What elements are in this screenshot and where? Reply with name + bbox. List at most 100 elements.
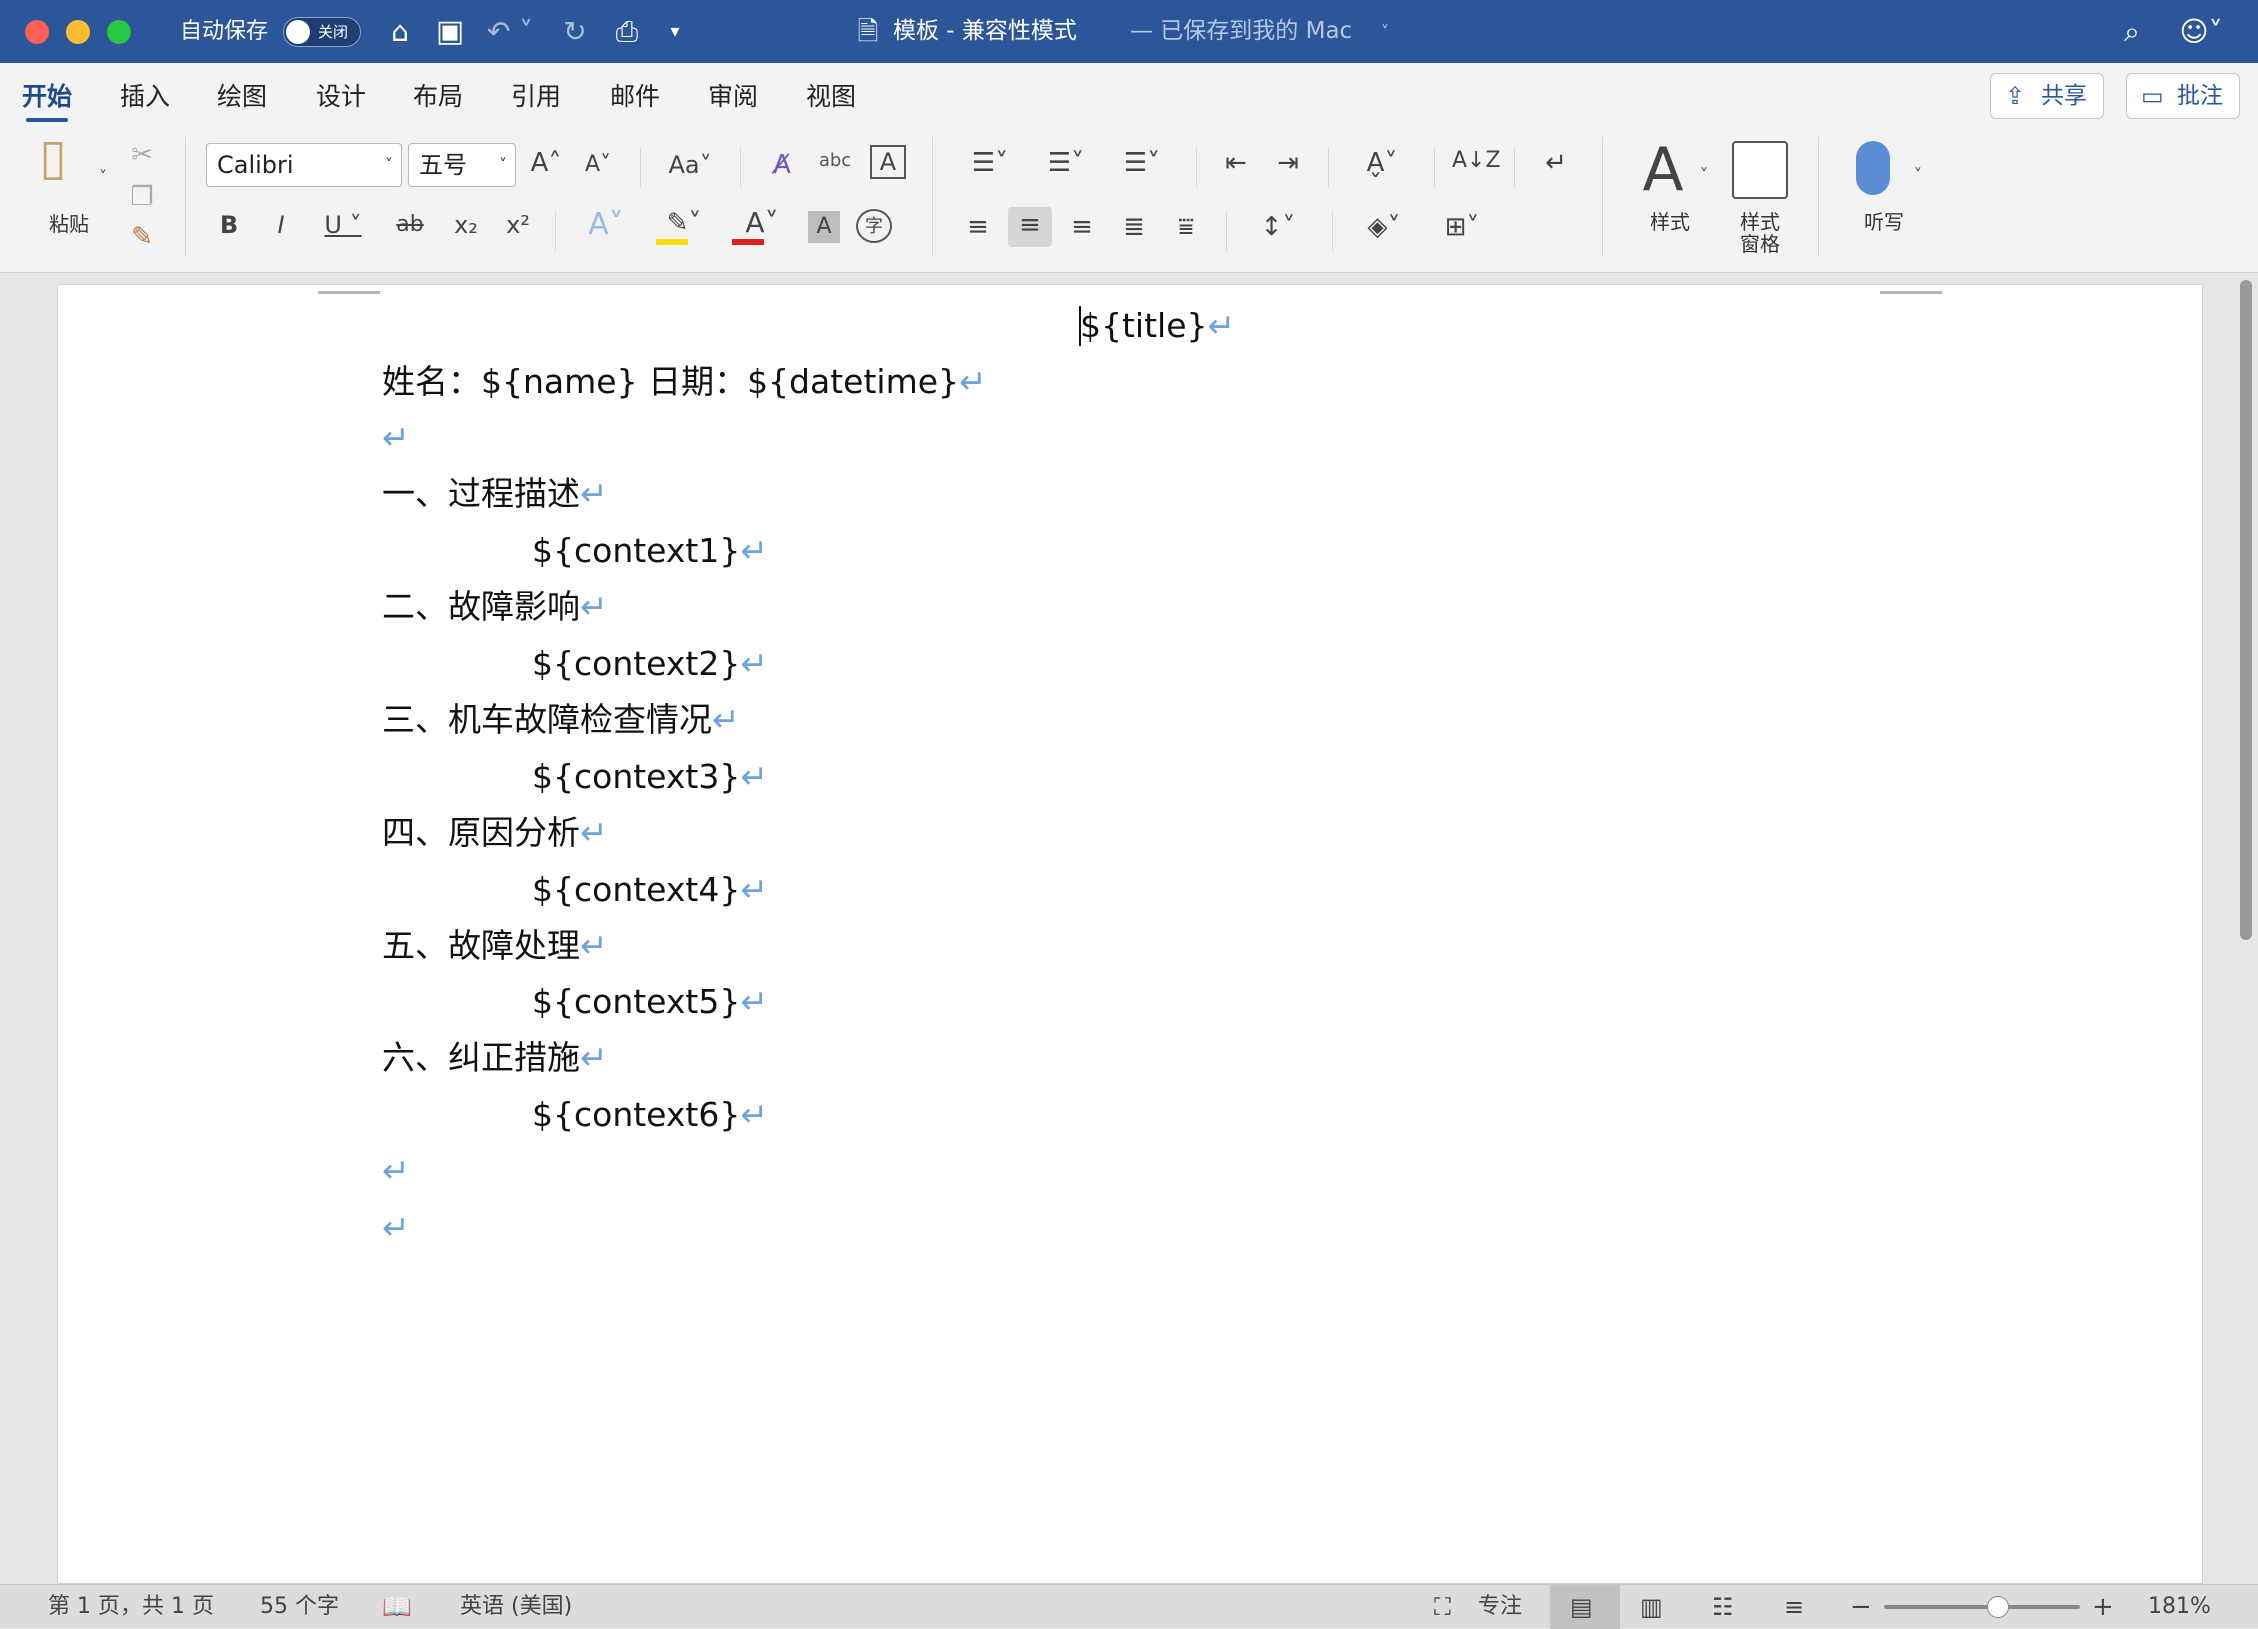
enclose-characters-icon[interactable]: 字 [856, 209, 892, 243]
empty-paragraph[interactable]: ↵ [382, 417, 410, 459]
underline-icon[interactable]: U ˅ [318, 207, 368, 243]
section-content[interactable]: ${context3}↵ [532, 756, 768, 798]
zoom-level[interactable]: 181% [2148, 1585, 2211, 1629]
font-name-dropdown[interactable]: Calibri ˅ [206, 143, 402, 187]
align-center-icon[interactable]: ≡ [1008, 207, 1052, 247]
home-icon[interactable]: ⌂ [380, 14, 420, 50]
shading-icon[interactable]: ◈˅ [1352, 209, 1416, 245]
proofing-icon[interactable]: 📖 [382, 1585, 412, 1629]
font-size-dropdown[interactable]: 五号 ˅ [408, 143, 516, 187]
tab-view[interactable]: 视图 [806, 77, 856, 113]
section-heading[interactable]: 二、故障影响↵ [382, 586, 608, 628]
document-title[interactable]: ${title}↵ [1080, 305, 1235, 347]
subscript-icon[interactable]: x₂ [448, 207, 484, 243]
document-page[interactable] [57, 284, 2203, 1584]
language[interactable]: 英语 (美国) [460, 1585, 572, 1629]
section-heading[interactable]: 三、机车故障检查情况↵ [382, 699, 740, 741]
section-content[interactable]: ${context6}↵ [532, 1094, 768, 1136]
smiley-feedback-icon[interactable]: ☺˅ [2176, 14, 2226, 50]
bullets-icon[interactable]: ☰˅ [958, 145, 1022, 181]
autosave-toggle[interactable]: 关闭 [283, 17, 361, 47]
search-icon[interactable]: ⌕ [2112, 14, 2152, 50]
strikethrough-icon[interactable]: ab [392, 207, 428, 243]
tab-design[interactable]: 设计 [316, 77, 366, 113]
microphone-icon[interactable] [1856, 141, 1890, 195]
distributed-icon[interactable]: ⩸ [1166, 209, 1206, 245]
zoom-out-button[interactable]: − [1850, 1585, 1872, 1629]
undo-icon[interactable]: ↶ ˅ [480, 14, 540, 50]
section-content[interactable]: ${context1}↵ [532, 530, 768, 572]
paste-menu-chevron-icon[interactable]: ˅ [92, 159, 114, 195]
font-color-icon[interactable]: A˅ [730, 205, 794, 241]
web-layout-icon[interactable]: ▥ [1640, 1585, 1663, 1629]
section-heading[interactable]: 六、纠正措施↵ [382, 1037, 608, 1079]
clear-formatting-icon[interactable]: A̸ [764, 147, 800, 183]
tab-review[interactable]: 审阅 [708, 77, 758, 113]
focus-label[interactable]: 专注 [1478, 1585, 1522, 1629]
text-effects-icon[interactable]: A˅ [576, 207, 636, 243]
draft-view-icon[interactable]: ≡ [1784, 1585, 1804, 1629]
tab-references[interactable]: 引用 [511, 77, 561, 113]
grow-font-icon[interactable]: A˄ [528, 145, 564, 181]
character-border-icon[interactable]: A [870, 145, 906, 179]
copy-icon[interactable]: ❐ [126, 179, 158, 215]
styles-pane-icon[interactable] [1732, 141, 1788, 199]
zoom-window-button[interactable] [107, 20, 131, 44]
cut-icon[interactable]: ✂ [126, 137, 158, 173]
zoom-slider-track[interactable] [1884, 1605, 2080, 1609]
highlight-color-icon[interactable]: ✎˅ [652, 205, 716, 241]
empty-paragraph[interactable]: ↵ [382, 1150, 410, 1192]
word-count[interactable]: 55 个字 [260, 1585, 339, 1629]
tab-mailings[interactable]: 邮件 [610, 77, 660, 113]
section-heading[interactable]: 五、故障处理↵ [382, 925, 608, 967]
section-heading[interactable]: 四、原因分析↵ [382, 812, 608, 854]
line-spacing-icon[interactable]: ↕˅ [1246, 209, 1310, 245]
print-icon[interactable]: ⎙ [605, 14, 649, 50]
decrease-indent-icon[interactable]: ⇤ [1216, 145, 1256, 181]
section-heading[interactable]: 一、过程描述↵ [382, 473, 608, 515]
chevron-down-icon[interactable]: ˅ [1370, 14, 1400, 50]
share-button[interactable]: ⇪ 共享 [1990, 73, 2104, 119]
sort-icon[interactable]: A↓Z [1452, 143, 1501, 179]
align-left-icon[interactable]: ≡ [958, 209, 998, 245]
superscript-icon[interactable]: x² [500, 207, 536, 243]
tab-insert[interactable]: 插入 [120, 77, 170, 113]
redo-icon[interactable]: ↻ [555, 14, 595, 50]
format-painter-icon[interactable]: ✎ [126, 219, 158, 255]
justify-icon[interactable]: ≣ [1114, 209, 1154, 245]
numbering-icon[interactable]: ☰˅ [1034, 145, 1098, 181]
align-right-icon[interactable]: ≡ [1062, 209, 1102, 245]
phonetic-guide-icon[interactable]: abc [814, 143, 856, 179]
dictate-chevron-icon[interactable]: ˅ [1908, 157, 1928, 193]
styles-chevron-icon[interactable]: ˅ [1694, 157, 1714, 193]
zoom-in-button[interactable]: + [2092, 1585, 2114, 1629]
section-content[interactable]: ${context4}↵ [532, 869, 768, 911]
increase-indent-icon[interactable]: ⇥ [1268, 145, 1308, 181]
page-count[interactable]: 第 1 页，共 1 页 [48, 1585, 214, 1629]
italic-icon[interactable]: I [266, 207, 296, 243]
styles-gallery-icon[interactable]: A [1628, 135, 1698, 205]
section-content[interactable]: ${context5}↵ [532, 981, 768, 1023]
tab-draw[interactable]: 绘图 [217, 77, 267, 113]
multilevel-list-icon[interactable]: ☰˅ [1110, 145, 1174, 181]
tab-layout[interactable]: 布局 [413, 77, 463, 113]
vertical-scrollbar[interactable] [2240, 280, 2252, 940]
character-shading-icon[interactable]: A [808, 211, 840, 243]
close-window-button[interactable] [25, 20, 49, 44]
section-content[interactable]: ${context2}↵ [532, 643, 768, 685]
tab-home[interactable]: 开始 [22, 77, 72, 122]
comments-button[interactable]: ▭ 批注 [2126, 73, 2240, 119]
minimize-window-button[interactable] [66, 20, 90, 44]
paste-icon[interactable]: ▯ [28, 132, 78, 199]
asian-layout-icon[interactable]: A̬˅ [1350, 145, 1414, 181]
change-case-icon[interactable]: Aa˅ [658, 147, 722, 183]
show-paragraph-marks-icon[interactable]: ↵ [1536, 145, 1576, 181]
outline-view-icon[interactable]: ☷ [1712, 1585, 1734, 1629]
save-icon[interactable]: ▣ [430, 14, 470, 50]
borders-icon[interactable]: ⊞˅ [1430, 209, 1494, 245]
zoom-slider-thumb[interactable] [1987, 1596, 2009, 1618]
shrink-font-icon[interactable]: A˅ [580, 147, 616, 183]
info-line[interactable]: 姓名：${name} 日期：${datetime}↵ [382, 361, 987, 403]
empty-paragraph[interactable]: ↵ [382, 1207, 410, 1249]
customize-toolbar-icon[interactable]: ▾ [660, 14, 690, 50]
